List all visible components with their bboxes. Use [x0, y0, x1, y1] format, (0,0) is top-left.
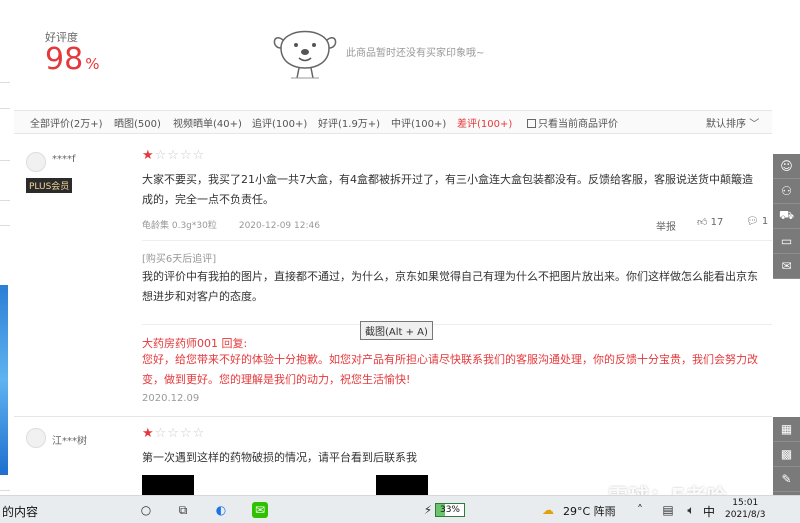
- avatar: [26, 428, 46, 448]
- network-icon[interactable]: ▤: [660, 502, 676, 518]
- filter-positive[interactable]: 好评(1.9万+): [318, 115, 380, 130]
- seller-reply-date: 2020.12.09: [142, 393, 200, 404]
- reviewer-name: ****f: [52, 154, 76, 165]
- filter-followup[interactable]: 追评(100+): [252, 115, 307, 130]
- battery-indicator[interactable]: 33%: [435, 503, 465, 517]
- star-rating: ★☆☆☆☆: [142, 148, 206, 163]
- cortana-icon[interactable]: ○: [138, 502, 154, 518]
- filter-all[interactable]: 全部评价(2万+): [30, 115, 103, 130]
- filter-video[interactable]: 视频晒单(40+): [173, 115, 242, 130]
- like-button[interactable]: 👍︎ 17: [697, 216, 723, 228]
- edge-browser-icon[interactable]: ◐: [213, 502, 229, 518]
- seller-reply-content: 您好，给您带来不好的体验十分抱歉。如您对产品有所担心请尽快联系我们的客服沟通处理…: [142, 353, 758, 386]
- current-product-only-option[interactable]: 只看当前商品评价: [527, 115, 618, 130]
- checkbox-icon[interactable]: [527, 119, 536, 128]
- followup-label: [购买6天后追评]: [142, 254, 217, 265]
- qr-code-icon[interactable]: ▩: [773, 442, 800, 467]
- grid-icon[interactable]: ▦: [773, 417, 800, 442]
- comment-button[interactable]: 💬︎ 1: [746, 216, 768, 227]
- followup-content: 我的评价中有我拍的图片，直接都不通过，为什么，京东如果觉得自己有理为什么不把图片…: [142, 270, 758, 303]
- seller-reply-author: 大药房药师001 回复:: [142, 337, 248, 350]
- review-item: ****f PLUS会员 ★☆☆☆☆ 大家不要买，我买了21小盒一共7大盒，有4…: [14, 138, 772, 416]
- windows-taskbar: 的内容 ○ ⧉ ◐ ✉ ⚡︎ 33% ☁ 29°C 阵雨 ˄ ▤ 🔈︎ 中 15…: [0, 495, 800, 523]
- volume-icon[interactable]: 🔈︎: [683, 502, 699, 518]
- plus-member-badge: PLUS会员: [26, 178, 73, 193]
- review-image-thumb[interactable]: [142, 475, 194, 495]
- input-method-indicator[interactable]: 中: [703, 503, 715, 520]
- weather-text[interactable]: 29°C 阵雨: [563, 503, 616, 519]
- feedback-icon[interactable]: ✎: [773, 467, 800, 492]
- sort-dropdown[interactable]: 默认排序 ﹀: [706, 115, 759, 130]
- comment-icon: 💬︎: [746, 216, 759, 227]
- browse-history-icon[interactable]: ▭: [773, 229, 800, 254]
- wechat-icon[interactable]: ✉: [252, 502, 268, 518]
- review-content: 第一次遇到这样的药物破损的情况，请平台看到后联系我: [142, 451, 417, 464]
- cart-icon[interactable]: ⛟: [773, 204, 800, 229]
- weather-icon: ☁: [542, 503, 554, 517]
- left-edge: [0, 0, 12, 495]
- search-box-text[interactable]: 的内容: [2, 503, 38, 520]
- review-date: 2020-12-09 12:46: [238, 221, 320, 231]
- avatar: [26, 152, 46, 172]
- no-impression-text: 此商品暂时还没有买家印象哦~: [346, 48, 485, 59]
- review-meta: 龟龄集 0.3g*30粒 2020-12-09 12:46: [142, 218, 342, 231]
- user-icon[interactable]: ⚇: [773, 179, 800, 204]
- filter-negative[interactable]: 差评(100+): [457, 115, 512, 130]
- reviewer-name: 江***树: [52, 436, 87, 447]
- message-icon[interactable]: ✉: [773, 254, 800, 279]
- chat-icon[interactable]: ☺: [773, 154, 800, 179]
- review-image-thumb[interactable]: [376, 475, 428, 495]
- thumbs-up-icon: 👍︎: [697, 217, 708, 228]
- taskbar-clock[interactable]: 15:01 2021/8/3: [725, 497, 765, 521]
- rating-summary: 好评度 98% 此商品暂时还没有买家印象哦~: [14, 0, 772, 108]
- screenshot-tooltip: 截图(Alt + A): [360, 321, 433, 340]
- joy-dog-mascot-icon: [273, 30, 337, 79]
- filter-neutral[interactable]: 中评(100+): [391, 115, 446, 130]
- review-filter-bar: 全部评价(2万+) 晒图(500) 视频晒单(40+) 追评(100+) 好评(…: [14, 110, 772, 134]
- task-view-icon[interactable]: ⧉: [175, 502, 191, 518]
- report-link[interactable]: 举报: [656, 218, 676, 233]
- side-toolbar-top: ☺ ⚇ ⛟ ▭ ✉: [773, 154, 800, 279]
- chevron-up-icon[interactable]: ˄: [632, 502, 648, 518]
- star-rating: ★☆☆☆☆: [142, 426, 206, 441]
- power-plug-icon: ⚡︎: [423, 503, 433, 517]
- rate-value: 98%: [45, 42, 100, 77]
- review-content: 大家不要买，我买了21小盒一共7大盒，有4盒都被拆开过了，有三小盒连大盒包装都没…: [142, 173, 753, 206]
- filter-photos[interactable]: 晒图(500): [114, 115, 161, 130]
- chevron-down-icon: ﹀: [749, 119, 760, 130]
- product-spec: 龟龄集 0.3g*30粒: [142, 221, 217, 231]
